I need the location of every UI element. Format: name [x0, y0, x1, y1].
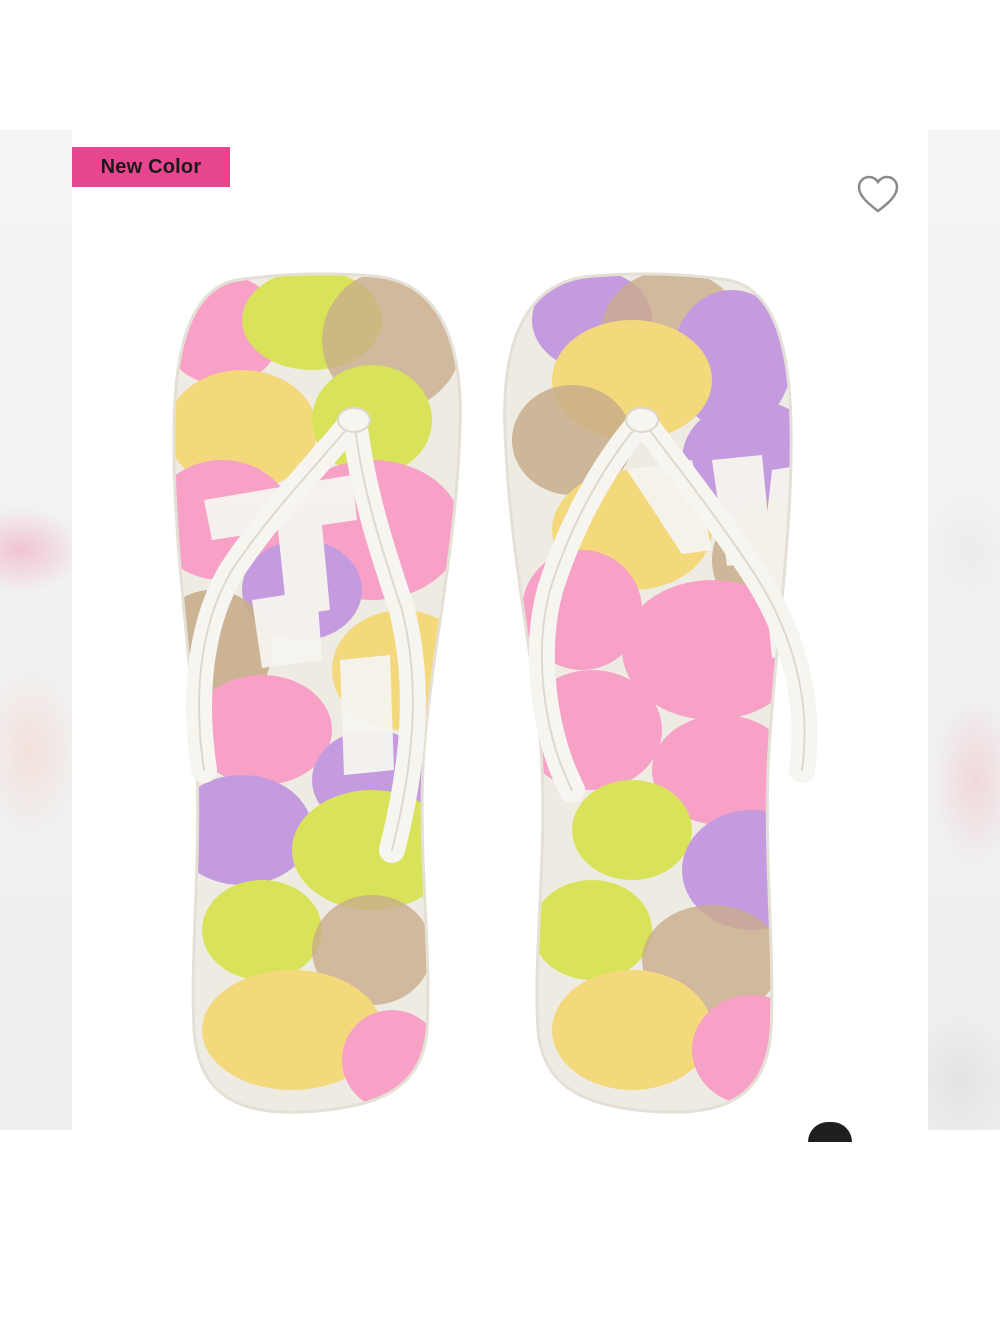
new-color-badge: New Color — [72, 147, 230, 187]
heart-outline-icon[interactable] — [856, 174, 900, 214]
product-card[interactable]: New Color — [72, 130, 928, 1130]
product-image — [172, 272, 818, 1114]
